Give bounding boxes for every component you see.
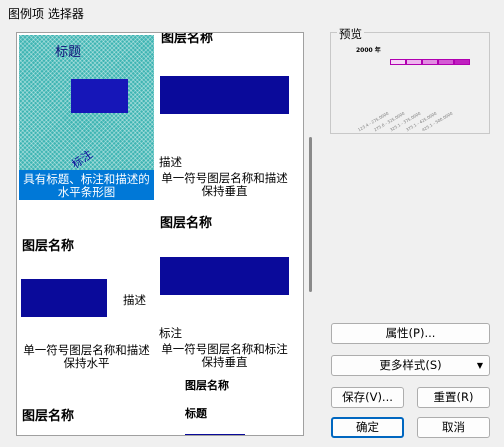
symbol-swatch [185,434,245,435]
item-caption: 具有标题、标注和描述的水平条形图 [23,172,150,199]
color-swatch [406,59,422,65]
item-caption: 单一符号图层名称和描述 保持水平 [23,343,150,370]
window-title: 图例项 选择器 [8,7,84,21]
preview-year: 2000 年 [356,47,381,54]
item-subtitle: 标题 [185,407,207,420]
gallery-item-horizontal-bar[interactable]: 标题 标注 具有标题、标注和描述的水平条形图 [19,35,154,200]
preview-label: 预览 [337,26,364,42]
item-caption: 单一符号图层名称和描述 保持垂直 [161,171,288,198]
gallery-item-partial-right[interactable]: 图层名称 标题 [157,377,297,435]
ok-button[interactable]: 确定 [331,417,404,438]
symbol-swatch [21,279,107,317]
item-title: 标题 [55,45,82,60]
cancel-button[interactable]: 取消 [417,417,490,438]
gallery-item-name-desc-horizontal[interactable]: 图层名称 描述 单一符号图层名称和描述 保持水平 [19,231,154,371]
color-swatch [422,59,438,65]
item-title: 图层名称 [22,409,75,424]
save-button[interactable]: 保存(V)... [331,387,404,408]
color-swatch [454,59,470,65]
chevron-down-icon: ▼ [476,361,483,370]
gallery-scrollbar-thumb[interactable] [309,137,312,292]
item-title: 图层名称 [22,239,75,254]
item-desc: 描述 [123,293,146,307]
gallery-item-name-desc-vertical[interactable]: 图层名称 描述 单一符号图层名称和描述 保持垂直 [157,33,297,200]
color-swatch [438,59,454,65]
properties-button[interactable]: 属性(P)... [331,323,490,344]
bar-swatch [71,79,128,113]
title-bar: 图例项 选择器 [0,0,504,26]
item-title: 图层名称 [160,216,213,231]
item-title: 图层名称 [185,379,229,392]
item-desc: 描述 [159,155,182,169]
symbol-swatch [160,257,289,295]
more-styles-label: 更多样式(S) [379,358,442,372]
legend-style-gallery[interactable]: 标题 标注 具有标题、标注和描述的水平条形图 图层名称 描述 单一符号图层名称和… [16,32,304,436]
item-caption: 单一符号图层名称和标注 保持垂直 [161,342,288,369]
gallery-item-name-note-vertical[interactable]: 标注 单一符号图层名称和标注 保持垂直 [157,231,297,371]
color-swatch [390,59,406,65]
more-styles-dropdown[interactable]: 更多样式(S) ▼ [331,355,490,376]
item-note: 标注 [159,326,182,340]
symbol-swatch [160,76,289,114]
gallery-item-partial-left[interactable]: 图层名称 [19,395,154,435]
item-title: 图层名称 [161,32,214,46]
reset-button[interactable]: 重置(R) [417,387,490,408]
